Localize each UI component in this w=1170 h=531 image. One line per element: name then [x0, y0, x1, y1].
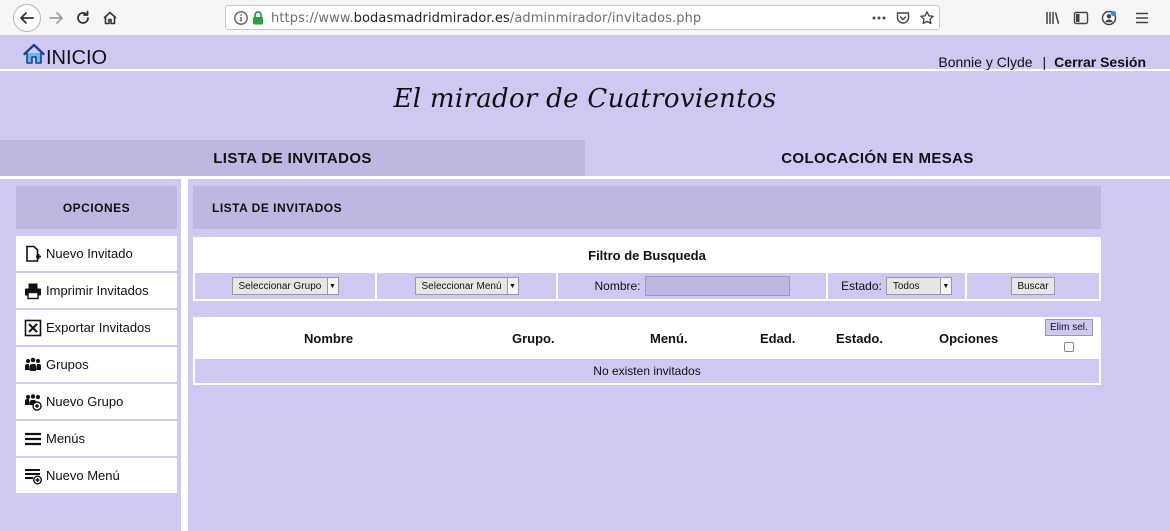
group-select[interactable]: Seleccionar Grupo ▼	[231, 277, 339, 295]
sidebar-item-nuevo-invitado[interactable]: Nuevo Invitado	[16, 236, 177, 271]
name-label: Nombre:	[594, 279, 641, 293]
url-text[interactable]: https://www.bodasmadridmirador.es/adminm…	[271, 11, 701, 26]
library-icon[interactable]	[1045, 10, 1061, 26]
address-bar[interactable]: https://www.bodasmadridmirador.es/adminm…	[225, 5, 940, 30]
menu-select[interactable]: Seleccionar Menú ▼	[414, 277, 519, 295]
tab-divider	[0, 176, 1170, 179]
select-all-checkbox[interactable]	[1064, 342, 1074, 352]
forward-icon[interactable]	[42, 4, 70, 32]
column-header-menu[interactable]: Menú.	[650, 331, 688, 346]
site-topbar: INICIO Bonnie y Clyde | Cerrar Sesión	[0, 37, 1170, 71]
excel-export-icon	[24, 319, 42, 337]
name-input[interactable]	[644, 276, 790, 296]
group-select-value: Seleccionar Grupo	[238, 280, 322, 292]
sidebar-item-label: Grupos	[46, 357, 89, 372]
add-list-icon	[24, 467, 42, 485]
account-icon[interactable]	[1101, 10, 1117, 26]
logout-link[interactable]: Cerrar Sesión	[1054, 54, 1146, 70]
tab-lista-invitados[interactable]: LISTA DE INVITADOS	[0, 140, 585, 176]
reload-icon[interactable]	[69, 4, 97, 32]
sidebar-heading: OPCIONES	[16, 186, 177, 229]
back-icon[interactable]	[13, 4, 41, 32]
chevron-down-icon: ▼	[506, 278, 518, 294]
group-filter-cell: Seleccionar Grupo ▼	[195, 273, 375, 299]
user-name: Bonnie y Clyde	[938, 54, 1033, 70]
user-info: Bonnie y Clyde | Cerrar Sesión	[938, 54, 1146, 70]
column-header-opciones: Opciones	[939, 331, 999, 346]
guest-table: Nombre Grupo. Menú. Edad. Estado. Opcion…	[193, 317, 1101, 385]
separator: |	[1042, 54, 1047, 70]
printer-icon	[24, 282, 42, 300]
state-select-value: Todos	[892, 280, 920, 292]
column-header-edad[interactable]: Edad.	[760, 331, 795, 346]
site-title: El mirador de Cuatrovientos	[393, 84, 777, 114]
sidebar-item-nuevo-menu[interactable]: Nuevo Menú	[16, 458, 177, 493]
tab-colocacion-mesas[interactable]: COLOCACIÓN EN MESAS	[585, 140, 1170, 176]
info-icon[interactable]	[233, 10, 249, 26]
sidebar-item-label: Nuevo Grupo	[46, 394, 124, 409]
column-header-estado[interactable]: Estado.	[836, 331, 883, 346]
sidebar-icon[interactable]	[1073, 10, 1089, 26]
sidebar-item-nuevo-grupo[interactable]: Nuevo Grupo	[16, 384, 177, 419]
menu-icon[interactable]	[1134, 10, 1150, 26]
sidebar-item-label: Menús	[46, 431, 86, 446]
sidebar-item-label: Imprimir Invitados	[46, 283, 149, 298]
sidebar-item-label: Exportar Invitados	[46, 320, 151, 335]
group-icon	[24, 356, 42, 374]
lock-icon	[250, 10, 266, 26]
list-icon	[24, 430, 42, 448]
sidebar-item-grupos[interactable]: Grupos	[16, 347, 177, 382]
sidebar-divider	[181, 179, 188, 531]
state-label: Estado:	[841, 279, 882, 293]
chevron-down-icon: ▼	[326, 278, 338, 294]
filter-row: Seleccionar Grupo ▼ Seleccionar Menú ▼ N…	[195, 273, 1099, 299]
home-link[interactable]: INICIO	[46, 47, 107, 69]
url-prefix: https://www.	[271, 11, 354, 26]
search-button[interactable]: Buscar	[1011, 277, 1055, 295]
url-domain: bodasmadridmirador.es	[353, 11, 510, 26]
content-heading: LISTA DE INVITADOS	[193, 186, 1101, 229]
empty-message: No existen invitados	[195, 359, 1099, 383]
menu-filter-cell: Seleccionar Menú ▼	[377, 273, 556, 299]
url-path: /adminmirador/invitados.php	[509, 11, 702, 26]
state-select[interactable]: Todos ▼	[885, 277, 952, 295]
sidebar-item-label: Nuevo Menú	[46, 468, 120, 483]
name-filter-cell: Nombre:	[558, 273, 826, 299]
column-header-nombre[interactable]: Nombre	[304, 331, 353, 346]
search-button-cell: Buscar	[967, 273, 1099, 299]
home-icon[interactable]	[96, 4, 124, 32]
sidebar-item-imprimir-invitados[interactable]: Imprimir Invitados	[16, 273, 177, 308]
house-icon[interactable]	[22, 42, 46, 66]
chevron-down-icon: ▼	[939, 278, 951, 294]
main-tabs: LISTA DE INVITADOS COLOCACIÓN EN MESAS	[0, 140, 1170, 176]
column-header-grupo[interactable]: Grupo.	[512, 331, 555, 346]
pocket-icon[interactable]	[895, 10, 911, 26]
filter-title: Filtro de Busqueda	[588, 248, 706, 263]
add-group-icon	[24, 393, 42, 411]
state-filter-cell: Estado: Todos ▼	[828, 273, 965, 299]
browser-toolbar: https://www.bodasmadridmirador.es/adminm…	[0, 0, 1170, 36]
add-document-icon	[24, 245, 42, 263]
sidebar-item-menus[interactable]: Menús	[16, 421, 177, 456]
search-filter: Filtro de Busqueda Seleccionar Grupo ▼ S…	[193, 237, 1101, 301]
menu-select-value: Seleccionar Menú	[421, 280, 502, 292]
sidebar-item-label: Nuevo Invitado	[46, 246, 133, 261]
sidebar-item-exportar-invitados[interactable]: Exportar Invitados	[16, 310, 177, 345]
more-icon[interactable]	[871, 10, 887, 26]
bookmark-star-icon[interactable]	[919, 10, 935, 26]
delete-selected-button[interactable]: Elim sel.	[1045, 319, 1093, 336]
